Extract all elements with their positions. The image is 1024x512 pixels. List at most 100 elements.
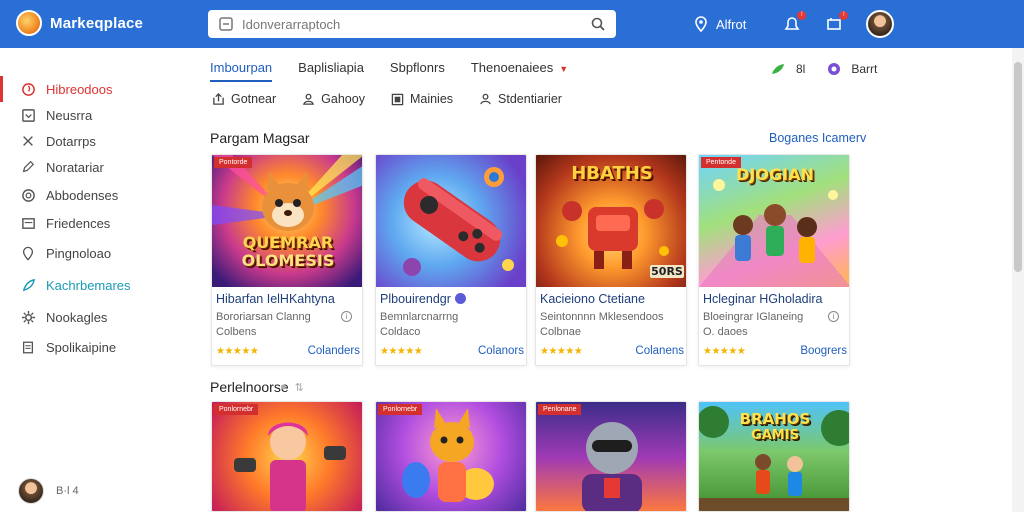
gear-icon [20, 309, 36, 325]
tab-imbourpan[interactable]: Imbourpan [210, 60, 273, 82]
dot-icon: ● [280, 381, 287, 393]
card-subtitle: Bemnlarcnarrng [380, 311, 459, 323]
tab-sbpflonrs[interactable]: Sbpflonrs [390, 60, 445, 82]
alerts-button[interactable]: Alfrot [692, 15, 746, 33]
filter-mainies[interactable]: Mainies [391, 92, 453, 106]
sidebar-item-kachrbemares[interactable]: Kachrbemares [0, 272, 196, 298]
card-image: Penlonane [536, 402, 686, 511]
product-card[interactable]: Plbouirendgr Bemnlarcnarrng Coldaco ★★★★… [375, 154, 527, 366]
sidebar-item-abbodenses[interactable]: Abbodenses [0, 182, 196, 208]
card-meta: O. daoes [703, 326, 748, 338]
sidebar-item-label: Neusrra [46, 107, 93, 123]
filter-label: Gahooy [321, 92, 365, 106]
search-bar[interactable] [208, 10, 616, 38]
top-bar: Markeqplace Alfrot ! ! [0, 0, 1024, 48]
product-card[interactable]: Ponlornebr [375, 401, 527, 512]
filter-gahooy[interactable]: Gahooy [302, 92, 365, 106]
card-subtitle: Bororiarsan Clanng [216, 311, 311, 323]
card-art-text: BRAHOS [739, 410, 811, 428]
card-art-text: HBATHS [571, 163, 653, 184]
grid-icon [391, 93, 404, 105]
section-title: Perlelnoorse [210, 379, 289, 395]
tab-baplisliapia[interactable]: Baplisliapia [298, 60, 364, 82]
card-image: DJOGIAN Pentonde [699, 155, 849, 287]
card-title[interactable]: Hcleginar HGholadira [703, 292, 845, 306]
messages-button[interactable]: ! [824, 11, 849, 34]
card-tag: Ponlornebr [378, 404, 423, 415]
product-card[interactable]: QUEMRAR OLOMESIS Pontorde Hibarfan IelHK… [211, 154, 363, 366]
sidebar-user[interactable]: B·l 4 [18, 478, 79, 504]
sidebar-item-noratariar[interactable]: Noratariar [0, 154, 196, 180]
card-link[interactable]: Boogrers [800, 345, 847, 357]
product-card[interactable]: Penlonane [535, 401, 687, 512]
tab-thenoenaiees[interactable]: Thenoenaiees ▼ [471, 60, 568, 82]
info-icon[interactable]: i [828, 311, 839, 322]
filter-bar: Gotnear Gahooy Mainies Stdentiarier [212, 92, 562, 106]
sidebar-item-neusrra[interactable]: Neusrra [0, 102, 196, 128]
card-meta: Coldaco [380, 326, 421, 338]
filter-label: Mainies [409, 92, 454, 106]
product-card[interactable]: HBATHS 50RS Kacieiono Ctetiane Seintonnn… [535, 154, 687, 366]
leaf-icon[interactable] [770, 62, 786, 76]
card-image: QUEMRAR OLOMESIS Pontorde [212, 155, 362, 287]
card-tag: Penlonane [538, 404, 582, 415]
card-subtitle: Seintonnnn Mklesendoos [540, 311, 664, 323]
expand-icon[interactable]: ⇅ [295, 381, 304, 394]
card-tag: Ponlornebr [214, 404, 259, 415]
user-icon [480, 93, 491, 104]
card-tag: Pentonde [701, 157, 741, 168]
inbox-icon [20, 107, 36, 123]
tab-tools-count: 8l [796, 62, 806, 76]
shield-icon [20, 187, 36, 203]
chevron-down-icon: ▼ [559, 64, 569, 74]
filter-label: Stdentiarier [498, 92, 562, 106]
notifications-button[interactable]: ! [782, 11, 807, 34]
section-tools: ● ⇅ [280, 381, 304, 394]
card-image: Ponlornebr [212, 402, 362, 511]
scrollbar[interactable] [1012, 48, 1024, 512]
sidebar-item-spolikaipine[interactable]: Spolikaipine [0, 334, 196, 360]
sidebar-item-label: Kachrbemares [46, 277, 131, 293]
sidebar-item-friedences[interactable]: Friedences [0, 210, 196, 236]
sidebar: Hibreodoos Neusrra Dotarrps Noratariar A… [0, 48, 196, 512]
avatar [18, 478, 44, 504]
card-title[interactable]: Kacieiono Ctetiane [540, 292, 682, 306]
card-title[interactable]: Plbouirendgr [380, 292, 522, 306]
scrollbar-thumb[interactable] [1014, 62, 1022, 272]
chat-icon[interactable] [827, 62, 841, 76]
card-link[interactable]: Colanens [635, 345, 684, 357]
sidebar-item-hibreodoos[interactable]: Hibreodoos [0, 76, 196, 102]
list-icon [20, 215, 36, 231]
user-avatar[interactable] [866, 10, 895, 38]
product-card[interactable]: Ponlornebr [211, 401, 363, 512]
rating-stars: ★★★★★ [380, 345, 423, 357]
card-link[interactable]: Colanders [308, 345, 360, 357]
messages-badge: ! [839, 11, 849, 20]
more-link[interactable]: Barrt [851, 62, 877, 76]
filter-gotnear[interactable]: Gotnear [212, 92, 276, 106]
alerts-label: Alfrot [716, 16, 747, 32]
sidebar-item-pingnoloao[interactable]: Pingnoloao [0, 240, 196, 266]
sidebar-item-dotarrps[interactable]: Dotarrps [0, 128, 196, 154]
info-icon[interactable]: i [341, 311, 352, 322]
verified-icon [454, 293, 466, 304]
card-link[interactable]: Colanors [478, 345, 524, 357]
product-card[interactable]: BRAHOS GAMIS [698, 401, 850, 512]
search-input[interactable] [242, 16, 582, 32]
fire-icon [20, 81, 36, 97]
filter-stdentiarier[interactable]: Stdentiarier [479, 92, 562, 106]
sidebar-item-nookagles[interactable]: Nookagles [0, 304, 196, 330]
card-title[interactable]: Hibarfan IelHKahtyna [216, 292, 358, 306]
card-art-text: QUEMRAR [242, 233, 334, 252]
product-card[interactable]: DJOGIAN Pentonde Hcleginar HGholadira Bl… [698, 154, 850, 366]
filter-label: Gotnear [231, 92, 277, 106]
rating-stars: ★★★★★ [216, 345, 259, 357]
search-icon[interactable] [590, 16, 606, 32]
card-title-text: Plbouirendgr [380, 292, 451, 306]
sidebar-item-label: Hibreodoos [46, 81, 113, 97]
brand[interactable]: Markeqplace [16, 10, 143, 36]
main-tabs: Imbourpan Baplisliapia Sbpflonrs Thenoen… [210, 60, 568, 82]
view-all-link[interactable]: Boganes Icamerv [769, 131, 866, 145]
card-tag: Pontorde [214, 157, 253, 168]
app-title: Markeqplace [50, 14, 144, 32]
